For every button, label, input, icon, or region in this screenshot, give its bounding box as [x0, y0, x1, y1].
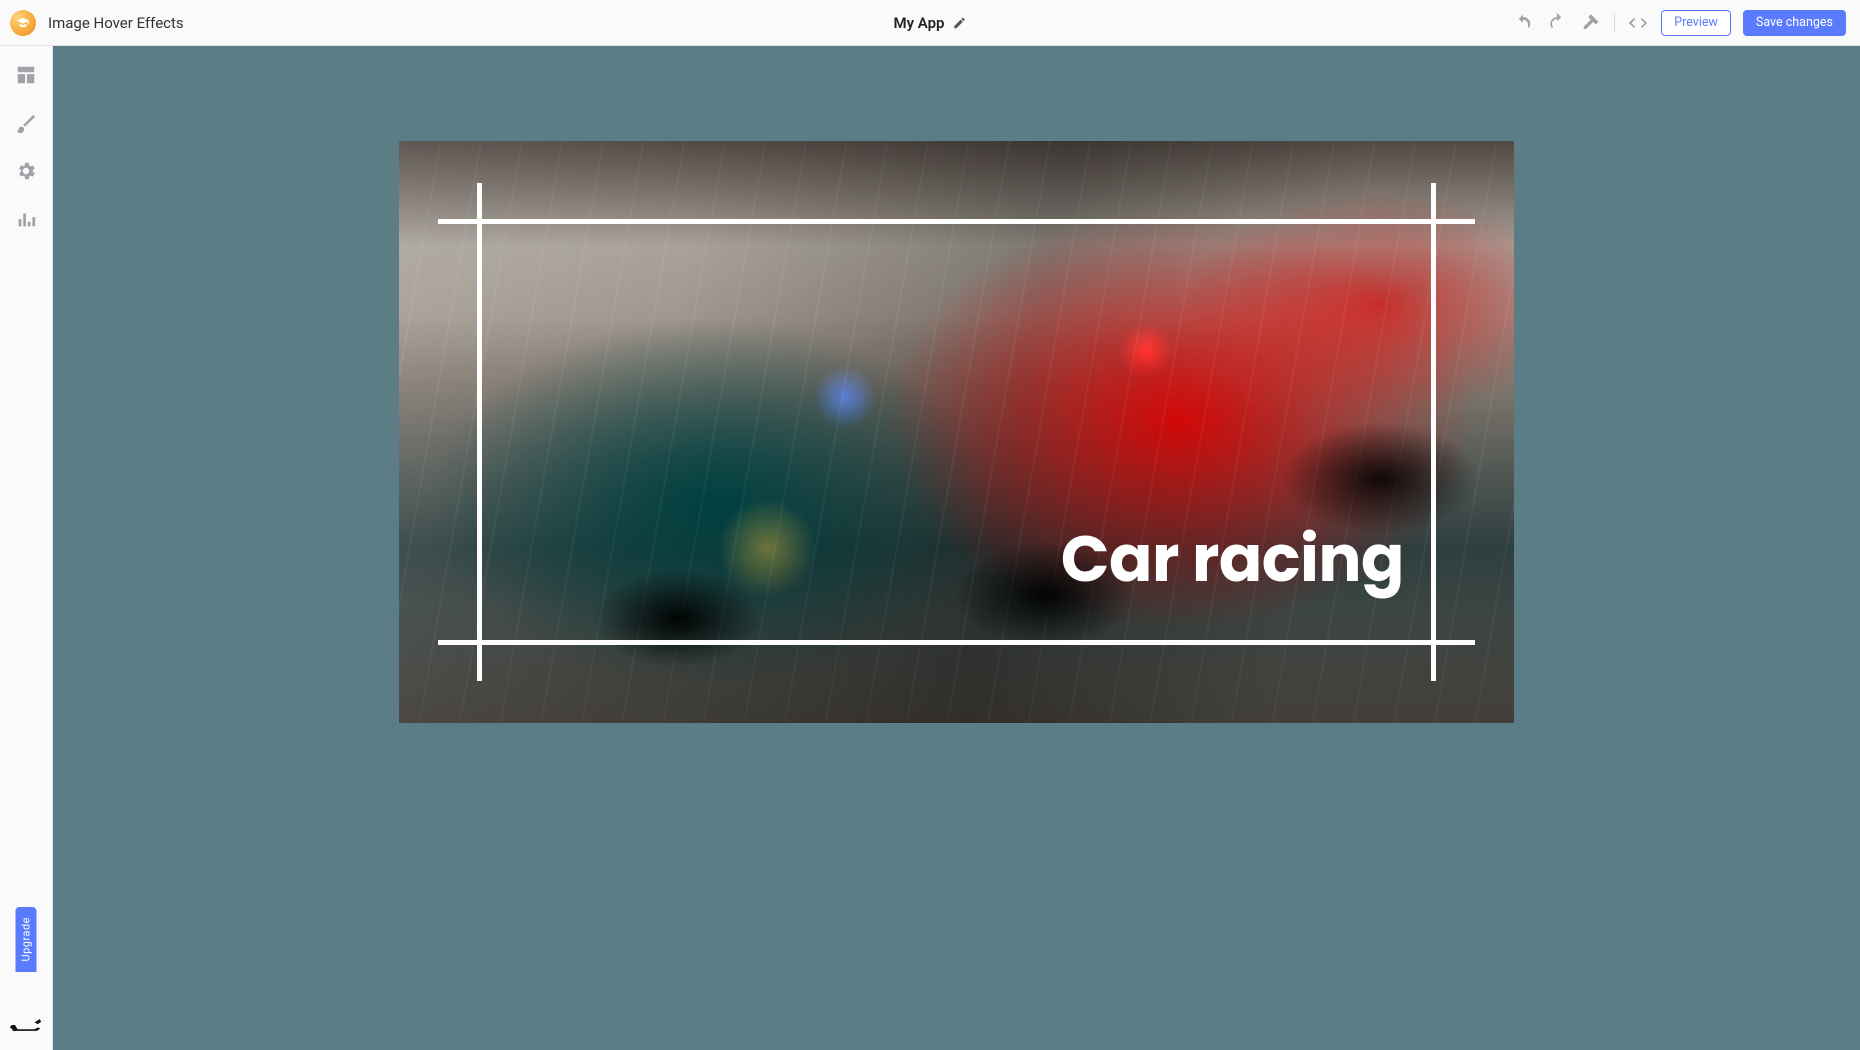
canvas-area[interactable]: Car racing: [53, 46, 1860, 1050]
frame-top: [438, 219, 1475, 224]
brand-icon[interactable]: [10, 10, 36, 36]
code-icon: [1628, 13, 1648, 33]
build-button[interactable]: [1580, 12, 1602, 34]
app-title-group: My App: [893, 14, 966, 32]
build-icon: [1581, 13, 1601, 33]
sidebar: Upgrade: [0, 46, 53, 1050]
pencil-icon[interactable]: [953, 16, 967, 30]
sidebar-item-brush[interactable]: [9, 106, 43, 140]
sidebar-item-analytics[interactable]: [9, 202, 43, 236]
breadcrumb: Image Hover Effects: [48, 14, 184, 32]
upgrade-label: Upgrade: [20, 917, 33, 962]
chart-icon: [15, 208, 37, 230]
frame-bottom: [438, 640, 1475, 645]
card-caption: Car racing: [1061, 512, 1404, 607]
frame-right: [1431, 183, 1436, 681]
brush-icon: [15, 112, 37, 134]
card-image: [399, 141, 1514, 723]
sidebar-item-layout[interactable]: [9, 58, 43, 92]
hat-icon: [16, 16, 30, 30]
layout-icon: [15, 64, 37, 86]
undo-button[interactable]: [1512, 12, 1534, 34]
shell: Upgrade Car racing: [0, 46, 1860, 1050]
sidebar-item-settings[interactable]: [9, 154, 43, 188]
redo-button[interactable]: [1546, 12, 1568, 34]
image-hover-card[interactable]: Car racing: [399, 141, 1514, 723]
app-title: My App: [893, 14, 944, 32]
preview-button[interactable]: Preview: [1661, 10, 1731, 36]
code-button[interactable]: [1627, 12, 1649, 34]
topbar-actions: Preview Save changes: [1512, 10, 1846, 36]
toolbar-separator: [1614, 13, 1615, 33]
topbar: Image Hover Effects My App Preview Save …: [0, 0, 1860, 46]
frame-left: [477, 183, 482, 681]
upgrade-button[interactable]: Upgrade: [16, 907, 37, 972]
dog-icon[interactable]: [9, 1014, 43, 1036]
gear-icon: [15, 160, 37, 182]
save-button[interactable]: Save changes: [1743, 10, 1846, 36]
redo-icon: [1547, 13, 1567, 33]
undo-icon: [1513, 13, 1533, 33]
